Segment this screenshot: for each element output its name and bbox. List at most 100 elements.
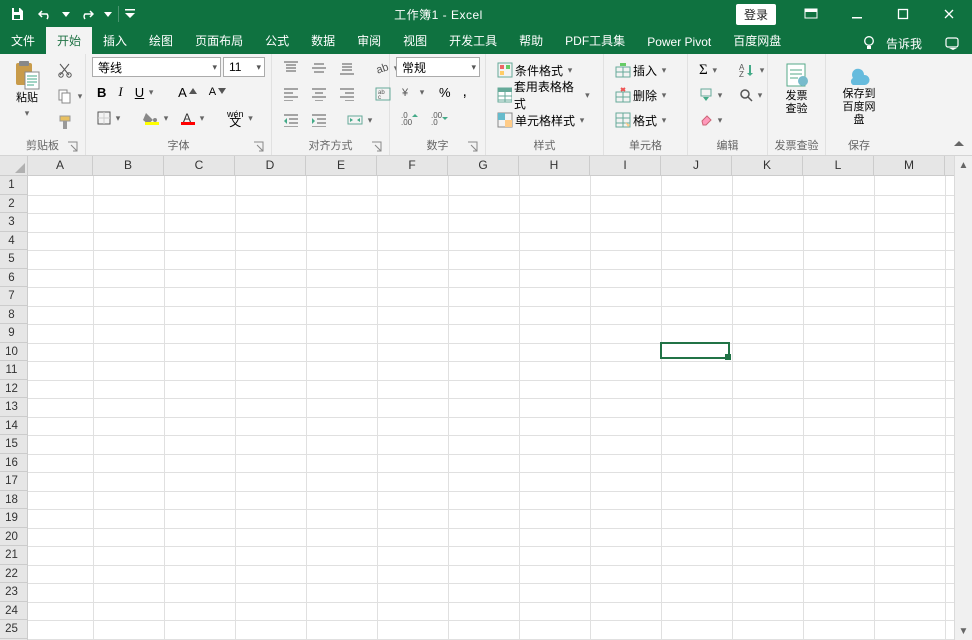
- lightbulb-icon[interactable]: [858, 32, 880, 54]
- align-top-button[interactable]: [278, 57, 304, 79]
- tab-file[interactable]: 文件: [0, 27, 46, 54]
- undo-button[interactable]: [32, 2, 58, 26]
- col-header-I[interactable]: I: [590, 156, 661, 175]
- redo-button[interactable]: [74, 2, 100, 26]
- row-header-6[interactable]: 6: [0, 269, 27, 288]
- sort-filter-button[interactable]: AZ▾: [734, 59, 772, 81]
- align-center-button[interactable]: [306, 83, 332, 105]
- font-size-combo[interactable]: 11▾: [223, 57, 265, 77]
- scroll-up-button[interactable]: ▲: [955, 156, 972, 174]
- increase-decimal-button[interactable]: .0.00: [396, 107, 424, 129]
- invoice-button[interactable]: 发票 查验: [777, 57, 817, 121]
- tab-layout[interactable]: 页面布局: [184, 27, 254, 54]
- tab-dev[interactable]: 开发工具: [438, 27, 508, 54]
- undo-dropdown[interactable]: [60, 2, 72, 26]
- align-right-button[interactable]: [334, 83, 360, 105]
- col-header-K[interactable]: K: [732, 156, 803, 175]
- accounting-button[interactable]: ¥▾: [396, 81, 432, 103]
- autosum-button[interactable]: Σ▾: [694, 59, 730, 81]
- underline-button[interactable]: U▾: [130, 81, 161, 103]
- row-header-19[interactable]: 19: [0, 509, 27, 528]
- minimize-button[interactable]: [834, 0, 880, 28]
- cut-button[interactable]: [52, 59, 90, 81]
- row-header-5[interactable]: 5: [0, 250, 27, 269]
- tab-power[interactable]: Power Pivot: [636, 30, 722, 54]
- row-header-18[interactable]: 18: [0, 491, 27, 510]
- cells-area[interactable]: [28, 176, 954, 640]
- row-header-12[interactable]: 12: [0, 380, 27, 399]
- percent-button[interactable]: %: [434, 81, 456, 103]
- col-header-D[interactable]: D: [235, 156, 306, 175]
- qat-customize[interactable]: [123, 2, 137, 26]
- cell-styles-button[interactable]: 单元格样式▾: [492, 109, 597, 131]
- row-header-9[interactable]: 9: [0, 324, 27, 343]
- row-header-2[interactable]: 2: [0, 195, 27, 214]
- tab-help[interactable]: 帮助: [508, 27, 554, 54]
- col-header-B[interactable]: B: [93, 156, 164, 175]
- tab-review[interactable]: 审阅: [346, 27, 392, 54]
- row-header-10[interactable]: 10: [0, 343, 27, 362]
- fill-color-button[interactable]: ▾: [138, 107, 176, 129]
- save-icon[interactable]: [4, 2, 30, 26]
- share-icon[interactable]: [942, 32, 964, 54]
- row-header-4[interactable]: 4: [0, 232, 27, 251]
- col-header-F[interactable]: F: [377, 156, 448, 175]
- row-header-8[interactable]: 8: [0, 306, 27, 325]
- tab-data[interactable]: 数据: [300, 27, 346, 54]
- col-header-J[interactable]: J: [661, 156, 732, 175]
- col-header-G[interactable]: G: [448, 156, 519, 175]
- tab-baidu[interactable]: 百度网盘: [722, 27, 792, 54]
- align-middle-button[interactable]: [306, 57, 332, 79]
- login-button[interactable]: 登录: [736, 4, 776, 25]
- collapse-ribbon-button[interactable]: [952, 137, 966, 151]
- font-launcher[interactable]: [253, 141, 265, 153]
- col-header-H[interactable]: H: [519, 156, 590, 175]
- tab-formula[interactable]: 公式: [254, 27, 300, 54]
- number-launcher[interactable]: [467, 141, 479, 153]
- redo-dropdown[interactable]: [102, 2, 114, 26]
- vertical-scrollbar[interactable]: ▲ ▼: [954, 156, 972, 640]
- row-header-3[interactable]: 3: [0, 213, 27, 232]
- tab-pdf[interactable]: PDF工具集: [554, 27, 636, 54]
- format-painter-button[interactable]: [52, 111, 90, 133]
- scroll-down-button[interactable]: ▼: [955, 622, 972, 640]
- row-header-1[interactable]: 1: [0, 176, 27, 195]
- border-button[interactable]: ▾: [92, 107, 128, 129]
- row-header-7[interactable]: 7: [0, 287, 27, 306]
- row-header-11[interactable]: 11: [0, 361, 27, 380]
- row-header-24[interactable]: 24: [0, 602, 27, 621]
- ribbon-display-icon[interactable]: [788, 0, 834, 28]
- increase-indent-button[interactable]: [306, 109, 332, 131]
- insert-cells-button[interactable]: 插入▾: [610, 59, 674, 81]
- col-header-E[interactable]: E: [306, 156, 377, 175]
- italic-button[interactable]: I: [113, 81, 127, 103]
- table-format-button[interactable]: 套用表格格式▾: [492, 84, 597, 106]
- col-header-C[interactable]: C: [164, 156, 235, 175]
- row-header-15[interactable]: 15: [0, 435, 27, 454]
- phonetic-button[interactable]: wén文▾: [222, 107, 261, 129]
- font-name-combo[interactable]: 等线▾: [92, 57, 221, 77]
- row-header-25[interactable]: 25: [0, 620, 27, 639]
- row-header-20[interactable]: 20: [0, 528, 27, 547]
- number-format-combo[interactable]: 常规▾: [396, 57, 480, 77]
- clipboard-launcher[interactable]: [67, 141, 79, 153]
- decrease-font-button[interactable]: A: [204, 81, 231, 103]
- row-header-22[interactable]: 22: [0, 565, 27, 584]
- row-header-14[interactable]: 14: [0, 417, 27, 436]
- align-launcher[interactable]: [371, 141, 383, 153]
- font-color-button[interactable]: A▾: [178, 107, 212, 129]
- close-button[interactable]: [926, 0, 972, 28]
- clear-button[interactable]: ▾: [694, 109, 730, 131]
- fill-button[interactable]: ▾: [694, 84, 730, 106]
- col-header-A[interactable]: A: [28, 156, 93, 175]
- tab-view[interactable]: 视图: [392, 27, 438, 54]
- maximize-button[interactable]: [880, 0, 926, 28]
- select-all-corner[interactable]: [0, 156, 28, 176]
- align-left-button[interactable]: [278, 83, 304, 105]
- merge-button[interactable]: ▾: [342, 109, 380, 131]
- save-baidu-button[interactable]: 保存到 百度网盘: [832, 57, 886, 132]
- decrease-decimal-button[interactable]: .00.0: [426, 107, 454, 129]
- col-header-M[interactable]: M: [874, 156, 945, 175]
- copy-button[interactable]: ▾: [52, 85, 90, 107]
- find-select-button[interactable]: ▾: [734, 84, 772, 106]
